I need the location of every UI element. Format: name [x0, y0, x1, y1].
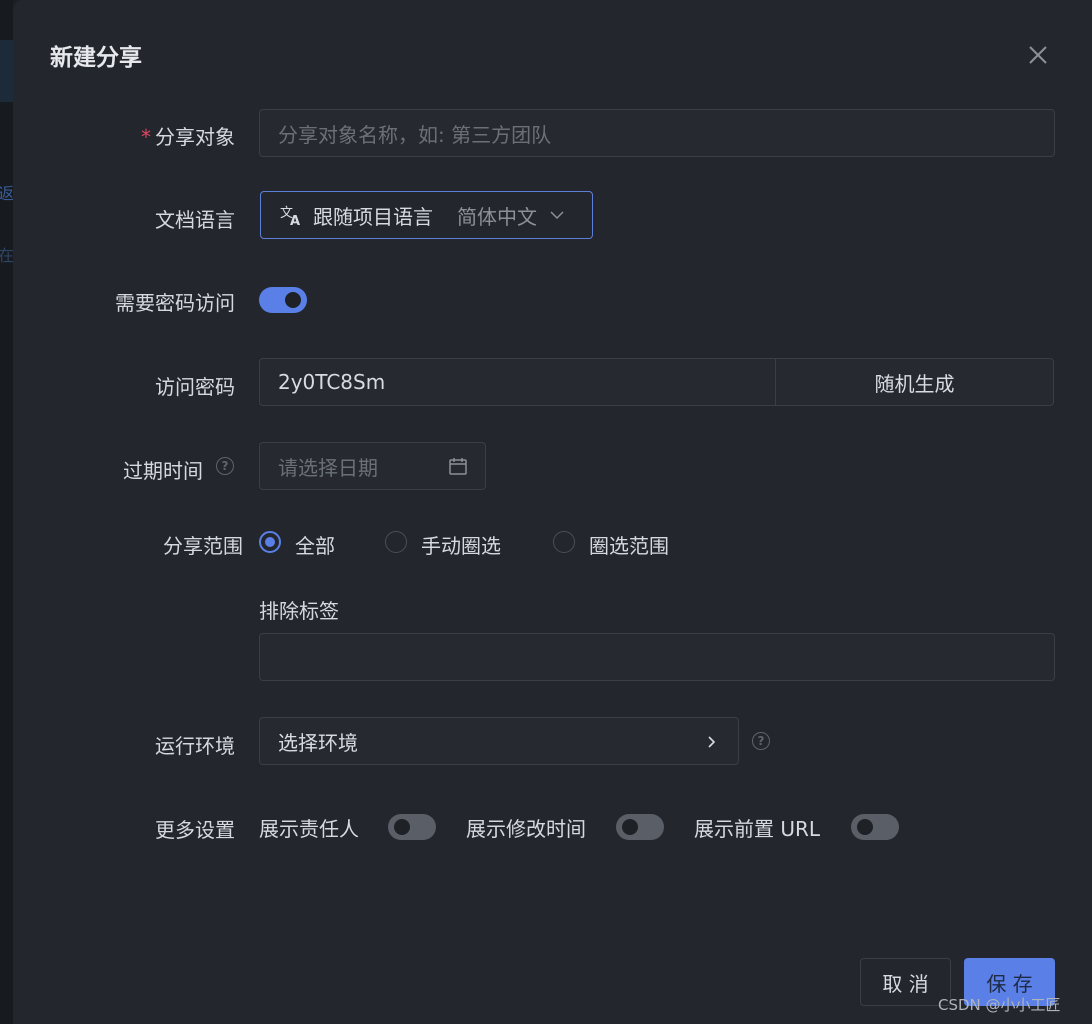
background-text: 返	[0, 184, 15, 203]
show-owner-toggle[interactable]	[388, 814, 436, 840]
toggle-knob	[394, 819, 410, 835]
background-band	[0, 40, 13, 102]
required-mark: *	[141, 125, 151, 149]
chevron-right-icon	[708, 736, 716, 748]
access-password-label: 访问密码	[155, 375, 235, 399]
scope-option-label: 手动圈选	[421, 534, 501, 558]
close-icon[interactable]	[1023, 40, 1053, 70]
translate-icon: 文 A	[280, 206, 300, 227]
help-icon[interactable]: ?	[216, 457, 234, 475]
show-modified-time-label: 展示修改时间	[466, 817, 586, 841]
chevron-down-icon	[550, 211, 564, 220]
share-target-input[interactable]: 分享对象名称，如: 第三方团队	[259, 109, 1055, 157]
more-settings-label: 更多设置	[155, 818, 235, 842]
help-icon[interactable]: ?	[752, 732, 770, 750]
show-prefix-url-label: 展示前置 URL	[694, 817, 821, 841]
expiry-label: 过期时间	[123, 459, 203, 483]
calendar-icon	[449, 458, 467, 475]
share-dialog: 新建分享 * 分享对象 分享对象名称，如: 第三方团队 文档语言 文 A 跟随项目…	[13, 0, 1092, 1024]
toggle-knob	[285, 292, 301, 308]
exclude-tags-input[interactable]	[259, 633, 1055, 681]
share-target-label: * 分享对象	[141, 125, 235, 149]
scope-radio-all[interactable]	[259, 531, 281, 553]
scope-option-label: 全部	[295, 534, 335, 558]
dialog-title: 新建分享	[50, 45, 142, 71]
scope-radio-range[interactable]	[553, 531, 575, 553]
access-password-input[interactable]: 2y0TC8Sm	[259, 358, 777, 406]
scope-option-label: 圈选范围	[589, 534, 669, 558]
show-owner-label: 展示责任人	[259, 817, 359, 841]
run-env-label: 运行环境	[155, 734, 235, 758]
require-password-label: 需要密码访问	[115, 291, 235, 315]
expiry-placeholder: 请选择日期	[278, 455, 378, 480]
background-page: 返 在	[0, 0, 15, 1024]
toggle-knob	[622, 819, 638, 835]
toggle-knob	[857, 819, 873, 835]
access-password-value: 2y0TC8Sm	[278, 370, 386, 394]
background-text: 在	[0, 246, 15, 265]
share-target-placeholder: 分享对象名称，如: 第三方团队	[278, 122, 552, 147]
watermark: CSDN @小小工匠	[938, 996, 1061, 1014]
run-env-value: 选择环境	[278, 730, 358, 755]
svg-text:A: A	[290, 214, 300, 227]
random-generate-button[interactable]: 随机生成	[775, 358, 1054, 406]
doc-language-label: 文档语言	[155, 208, 235, 232]
show-prefix-url-toggle[interactable]	[851, 814, 899, 840]
exclude-tags-label: 排除标签	[259, 599, 339, 623]
expiry-date-picker[interactable]: 请选择日期	[259, 442, 486, 490]
run-env-select[interactable]: 选择环境	[259, 717, 739, 765]
require-password-toggle[interactable]	[259, 287, 307, 313]
show-modified-time-toggle[interactable]	[616, 814, 664, 840]
doc-language-select[interactable]: 文 A 跟随项目语言 简体中文	[260, 191, 593, 239]
language-option-value: 简体中文	[457, 204, 537, 229]
scope-radio-manual[interactable]	[385, 531, 407, 553]
language-option-label: 跟随项目语言	[313, 204, 433, 229]
share-scope-label: 分享范围	[163, 534, 243, 558]
